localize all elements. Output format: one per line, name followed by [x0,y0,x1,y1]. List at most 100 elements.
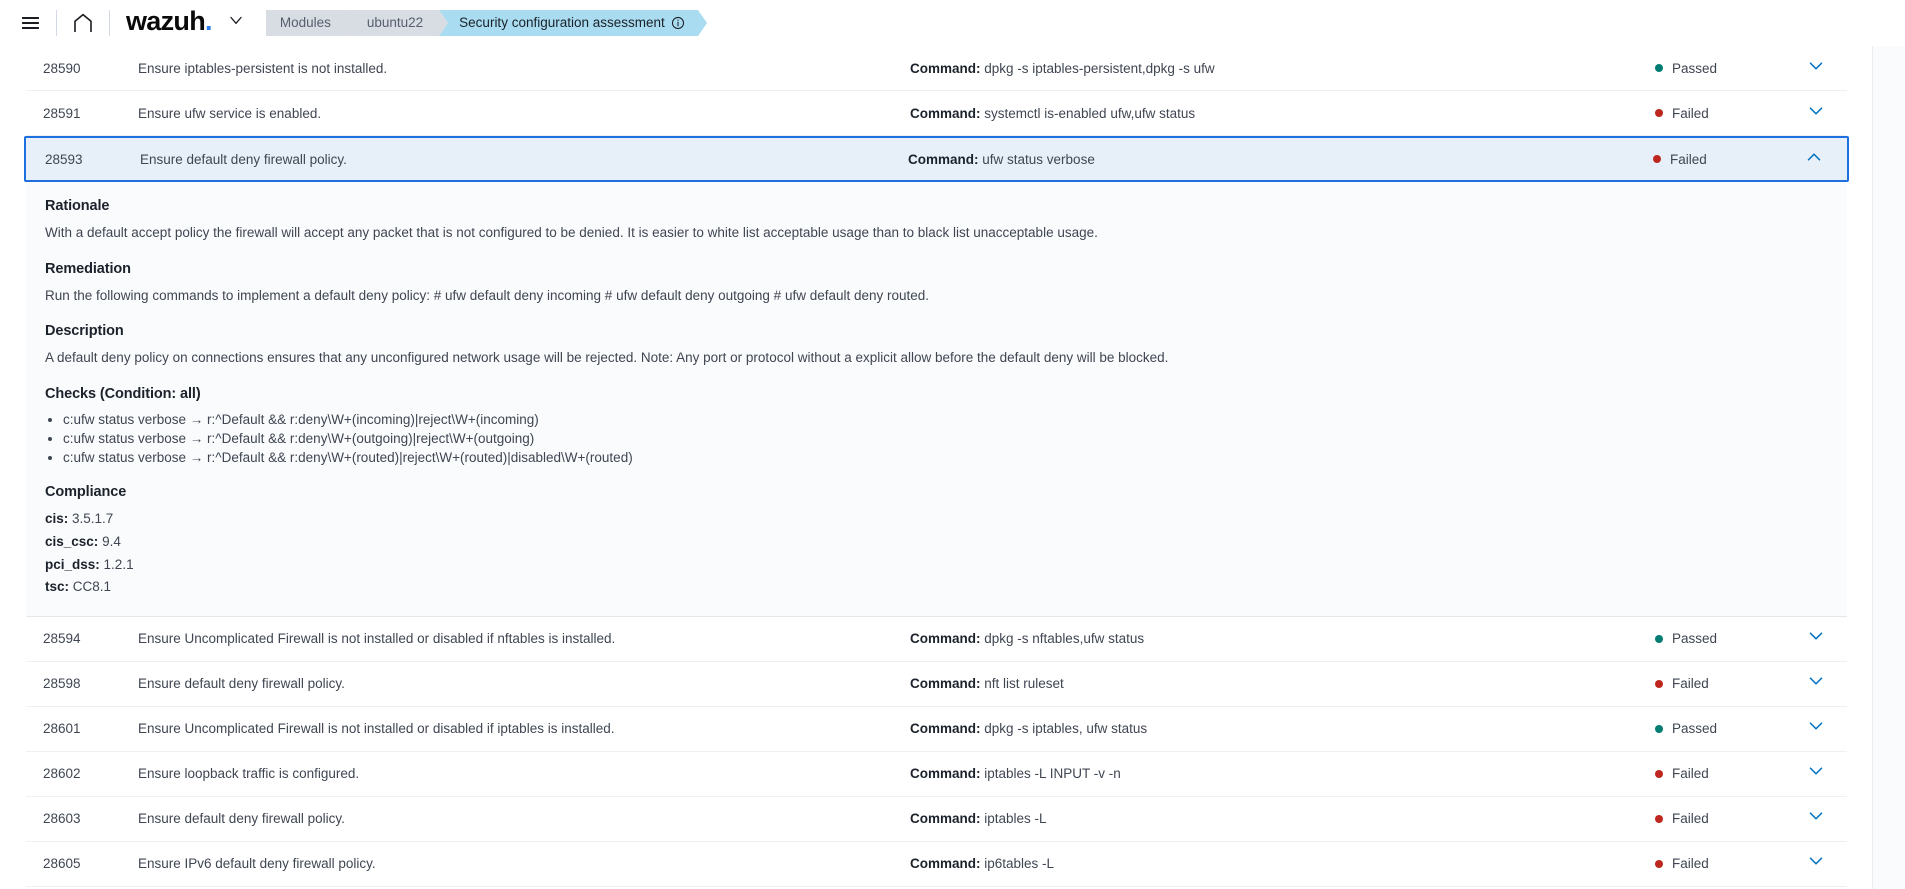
command-value: ufw status verbose [982,151,1095,167]
chevron-down-icon [1805,715,1827,742]
command-label: Command: [910,721,981,737]
status-label: Failed [1672,856,1709,872]
table-row[interactable]: 28593 Ensure default deny firewall policy… [24,136,1849,182]
command-value: ip6tables -L [984,856,1055,872]
table-row[interactable]: 28605 Ensure IPv6 default deny firewall p… [26,841,1847,887]
row-command: Command: nft list ruleset [910,676,1655,691]
breadcrumb-label: Security configuration assessment [459,15,665,30]
check-item: c:ufw status verbose → r:^Default && r:d… [63,449,1847,466]
table-row[interactable]: 28603 Ensure default deny firewall policy… [26,796,1847,842]
command-value: iptables -L INPUT -v -n [984,766,1121,782]
home-icon [71,11,95,35]
expand-row-button[interactable] [1785,850,1847,877]
row-command: Command: dpkg -s iptables, ufw status [910,721,1655,736]
table-row[interactable]: 28601 Ensure Uncomplicated Firewall is no… [26,706,1847,752]
row-id: 28593 [45,151,83,167]
collapse-row-button[interactable] [1783,146,1845,173]
expand-row-button[interactable] [1785,760,1847,787]
row-title: Ensure iptables-persistent is not instal… [138,60,388,76]
expand-row-button[interactable] [1785,625,1847,652]
compliance-value: 9.4 [102,534,121,549]
status-dot-icon [1655,859,1663,868]
row-command: Command: dpkg -s nftables,ufw status [910,631,1655,646]
breadcrumb-label: ubuntu22 [366,15,424,30]
row-title: Ensure loopback traffic is configured. [138,766,360,782]
status-label: Failed [1672,811,1709,827]
status-dot-icon [1655,769,1663,778]
compliance-key: cis_csc: [45,534,99,549]
row-title: Ensure Uncomplicated Firewall is not ins… [138,721,615,737]
row-command: Command: iptables -L INPUT -v -n [910,766,1655,781]
hamburger-menu-button[interactable] [10,3,50,43]
breadcrumb-item-agent[interactable]: ubuntu22 [346,9,449,36]
breadcrumb-item-security-configuration-assessment[interactable]: Security configuration assessment [439,9,707,36]
compliance-section: Compliance cis: 3.5.1.7 cis_csc: 9.4 pci_ds… [45,484,1847,597]
status-label: Failed [1672,105,1709,121]
status-label: Failed [1672,676,1709,692]
row-id: 28602 [43,766,81,782]
table-row[interactable]: 28598 Ensure default deny firewall policy… [26,661,1847,707]
compliance-entry: cis: 3.5.1.7 [45,509,1847,530]
table-row[interactable]: 28602 Ensure loopback traffic is configur… [26,751,1847,797]
command-value: dpkg -s iptables, ufw status [984,721,1148,737]
compliance-value: 1.2.1 [103,556,134,572]
chevron-up-icon [1803,146,1825,173]
status-badge: Failed [1655,856,1785,871]
status-badge: Failed [1655,106,1785,121]
checks-heading: Checks (Condition: all) [45,385,201,402]
status-badge: Failed [1655,676,1785,691]
content-panel: 28590 Ensure iptables-persistent is not i… [0,46,1873,889]
chevron-down-icon [1805,100,1827,127]
command-label: Command: [910,60,981,76]
command-label: Command: [910,766,981,782]
status-dot-icon [1655,679,1663,688]
status-dot-icon [1655,814,1663,823]
chevron-down-icon [226,10,246,35]
brand-dropdown-button[interactable] [226,10,246,35]
chevron-down-icon [1805,805,1827,832]
row-id: 28601 [43,721,81,737]
status-badge: Passed [1655,721,1785,736]
row-title: Ensure default deny firewall policy. [140,151,347,167]
status-dot-icon [1655,634,1663,643]
status-badge: Passed [1655,631,1785,646]
status-label: Passed [1672,721,1718,737]
command-value: dpkg -s nftables,ufw status [984,631,1145,647]
rationale-section: Rationale With a default accept policy th… [45,198,1847,243]
expand-row-button[interactable] [1785,670,1847,697]
expand-row-button[interactable] [1785,805,1847,832]
command-label: Command: [910,631,981,647]
status-dot-icon [1655,64,1663,72]
row-command: Command: systemctl is-enabled ufw,ufw st… [910,106,1655,121]
command-label: Command: [908,151,979,167]
chevron-down-icon [1805,760,1827,787]
row-title: Ensure Uncomplicated Firewall is not ins… [138,631,616,647]
table-row[interactable]: 28591 Ensure ufw service is enabled. Comma… [26,91,1847,136]
home-button[interactable] [63,3,103,43]
compliance-entry: pci_dss: 1.2.1 [45,555,1847,576]
expand-row-button[interactable] [1785,715,1847,742]
row-title: Ensure default deny firewall policy. [138,811,345,827]
expand-row-button[interactable] [1785,100,1847,127]
status-label: Failed [1670,151,1707,167]
chevron-down-icon [1805,850,1827,877]
compliance-key: cis: [45,511,69,527]
status-badge: Failed [1653,152,1783,167]
status-badge: Failed [1655,811,1785,826]
table-row[interactable]: 28590 Ensure iptables-persistent is not i… [26,46,1847,91]
status-label: Passed [1672,60,1718,76]
nav-divider-1 [56,9,57,36]
rationale-heading: Rationale [45,198,110,214]
remediation-section: Remediation Run the following commands to… [45,261,1847,306]
compliance-entry: tsc: CC8.1 [45,577,1847,598]
hamburger-menu-icon [21,14,39,32]
expand-row-button[interactable] [1785,55,1847,82]
info-circle-icon[interactable] [671,16,685,30]
wazuh-logo[interactable]: wazuh. [126,8,213,36]
checks-section: Checks (Condition: all) c:ufw status verb… [45,386,1847,467]
breadcrumb-item-modules[interactable]: Modules [265,9,356,36]
nav-divider-2 [109,9,110,36]
table-row[interactable]: 28594 Ensure Uncomplicated Firewall is no… [26,616,1847,662]
top-navigation-bar: wazuh. Modules ubuntu22 Security configu… [0,0,1905,46]
status-label: Failed [1672,766,1709,782]
